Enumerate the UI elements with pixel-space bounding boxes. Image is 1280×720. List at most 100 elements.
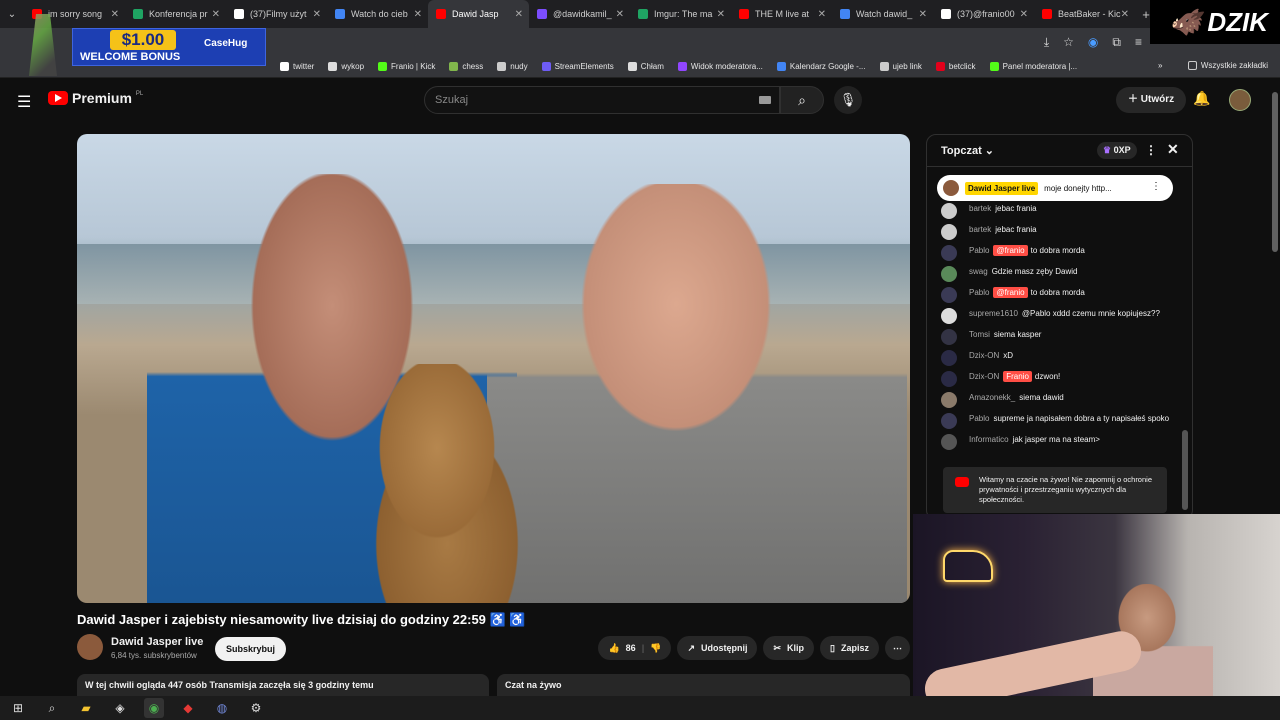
avatar <box>941 413 957 429</box>
puzzle-icon[interactable]: ⧉ <box>1112 35 1121 50</box>
like-button[interactable]: 👍 86 | 👎 <box>598 636 672 660</box>
mention-tag: @franio <box>993 245 1028 256</box>
chat-message[interactable]: Dzix-ON xD <box>941 348 1171 369</box>
folder-icon[interactable]: ▰ <box>76 698 96 718</box>
browser-tab[interactable]: BeatBaker - Kic ✕ <box>1034 0 1135 28</box>
close-tab-icon[interactable]: ✕ <box>717 9 725 20</box>
casehug-promo-overlay: $1.00 WELCOME BONUS CaseHug <box>0 0 266 82</box>
page-scrollbar[interactable] <box>1272 92 1278 252</box>
search-icon[interactable]: ⌕ <box>42 698 62 718</box>
bookmark-item[interactable]: StreamElements <box>541 62 614 71</box>
windows-start-icon[interactable]: ⊞ <box>8 698 28 718</box>
browser-tab[interactable]: Watch dawid_ ✕ <box>832 0 933 28</box>
bookmark-star-icon[interactable]: ☆ <box>1063 35 1074 49</box>
close-tab-icon[interactable]: ✕ <box>1121 9 1129 20</box>
close-tab-icon[interactable]: ✕ <box>414 9 422 20</box>
tab-favicon <box>840 9 850 19</box>
chat-mode-dropdown[interactable]: Topczat ⌄ <box>941 144 994 157</box>
bookmark-item[interactable]: Chłam <box>627 62 664 71</box>
browser-tab[interactable]: THE M live at ✕ <box>731 0 832 28</box>
clip-button[interactable]: ✂ Klip <box>763 636 815 660</box>
keyboard-icon[interactable] <box>759 96 771 104</box>
chat-message[interactable]: Pablo supreme ja napisałem dobra a ty nap… <box>941 411 1171 432</box>
media-icon[interactable]: ≡ <box>1135 35 1142 49</box>
subscribe-button[interactable]: Subskrybuj <box>215 637 287 661</box>
create-button[interactable]: ＋ Utwórz <box>1116 87 1187 113</box>
dzik-overlay-logo: 🐗 DZIK <box>1150 0 1280 44</box>
bookmark-item[interactable]: chess <box>449 62 483 71</box>
bookmark-item[interactable]: Franio | Kick <box>378 62 435 71</box>
close-tab-icon[interactable]: ✕ <box>818 9 826 20</box>
chat-message[interactable]: bartek jebac frania <box>941 201 1171 222</box>
pinned-menu-icon[interactable]: ⋮ <box>1151 181 1161 192</box>
xp-badge[interactable]: ♛ 0XP <box>1097 142 1137 159</box>
youtube-icon <box>955 477 969 487</box>
close-tab-icon[interactable]: ✕ <box>1020 9 1028 20</box>
save-button[interactable]: ▯ Zapisz <box>820 636 879 660</box>
neon-sign <box>943 550 993 582</box>
bookmark-item[interactable]: ujeb link <box>879 62 922 71</box>
bell-icon[interactable]: 🔔 <box>1193 90 1210 107</box>
chat-message[interactable]: Informatico jak jasper ma na steam> <box>941 432 1171 453</box>
close-tab-icon[interactable]: ✕ <box>919 9 927 20</box>
promo-text: WELCOME BONUS <box>80 51 181 63</box>
live-chat-label[interactable]: Czat na żywo <box>497 674 910 698</box>
search-input[interactable]: Szukaj <box>424 86 780 114</box>
browser-tab[interactable]: Imgur: The ma ✕ <box>630 0 731 28</box>
install-icon[interactable]: ⤓ <box>1044 35 1049 50</box>
browser-tab[interactable]: Dawid Jasp ✕ <box>428 0 529 28</box>
chat-message[interactable]: Dzix-ON Franio dzwon! <box>941 369 1171 390</box>
chat-message[interactable]: bartek jebac frania <box>941 222 1171 243</box>
chat-message[interactable]: swag Gdzie masz zęby Dawid <box>941 264 1171 285</box>
chat-scrollbar[interactable] <box>1182 430 1188 510</box>
bookmark-item[interactable]: betclick <box>935 62 976 71</box>
all-bookmarks[interactable]: Wszystkie zakładki <box>1187 61 1268 70</box>
channel-avatar[interactable] <box>77 634 103 660</box>
menu-icon[interactable]: ☰ <box>17 92 31 112</box>
browser-tab[interactable]: @dawidkamil_ ✕ <box>529 0 630 28</box>
share-button[interactable]: ↗ Udostępnij <box>677 636 758 660</box>
chat-message[interactable]: Pablo @franio to dobra morda <box>941 243 1171 264</box>
chrome-icon[interactable]: ◉ <box>144 698 164 718</box>
avatar <box>941 203 957 219</box>
channel-name[interactable]: Dawid Jasper live <box>111 636 203 648</box>
chat-menu-icon[interactable]: ⋮ <box>1145 143 1157 157</box>
app-red-icon[interactable]: ◆ <box>178 698 198 718</box>
description-box[interactable]: W tej chwili ogląda 447 osób Transmisja … <box>77 674 489 698</box>
discord-icon[interactable]: ◍ <box>212 698 232 718</box>
bookmark-item[interactable]: nudy <box>497 62 528 71</box>
close-tab-icon[interactable]: ✕ <box>515 9 523 20</box>
youtube-logo[interactable]: Premium PL <box>48 90 143 106</box>
browser-tab[interactable]: Watch do cieb ✕ <box>327 0 428 28</box>
settings-gear-icon[interactable]: ⚙ <box>246 698 266 718</box>
browser-tab[interactable]: (37)@franio00 ✕ <box>933 0 1034 28</box>
boar-icon: 🐗 <box>1168 6 1202 37</box>
chat-message[interactable]: Amazonekk_ siema dawid <box>941 390 1171 411</box>
bookmark-item[interactable]: wykop <box>328 62 364 71</box>
close-tab-icon[interactable]: ✕ <box>616 9 624 20</box>
mention-tag: Franio <box>1003 371 1032 382</box>
promo-brand: CaseHug <box>204 38 248 49</box>
video-player[interactable] <box>77 134 910 603</box>
chat-message[interactable]: supreme1610 @Pablo xddd czemu mnie kopiuj… <box>941 306 1171 327</box>
extension-icon[interactable]: ◉ <box>1088 35 1098 49</box>
more-bookmarks-icon[interactable]: » <box>1158 61 1162 70</box>
thumbs-up-icon: 👍 <box>608 643 620 653</box>
mic-icon[interactable]: 🎙 <box>834 86 862 114</box>
bookmark-favicon <box>879 62 889 71</box>
close-icon[interactable]: ✕ <box>1167 141 1179 158</box>
app-icon[interactable]: ◈ <box>110 698 130 718</box>
chat-message[interactable]: Pablo @franio to dobra morda <box>941 285 1171 306</box>
bookmark-item[interactable]: Widok moderatora... <box>677 62 763 71</box>
bookmark-item[interactable]: Panel moderatora |... <box>989 62 1077 71</box>
search-button[interactable]: ⌕ <box>780 86 824 114</box>
bookmark-item[interactable]: twitter <box>280 62 314 71</box>
thumbs-down-icon[interactable]: 👎 <box>650 636 661 660</box>
search-bar: Szukaj ⌕ <box>424 86 824 114</box>
chat-message[interactable]: Tomsi siema kasper <box>941 327 1171 348</box>
avatar[interactable] <box>1229 89 1251 111</box>
more-actions-button[interactable]: ⋯ <box>885 636 910 660</box>
bookmark-item[interactable]: Kalendarz Google -... <box>776 62 866 71</box>
pinned-message[interactable]: Dawid Jasper live moje donejty http... ⋮ <box>937 175 1173 201</box>
close-tab-icon[interactable]: ✕ <box>313 9 321 20</box>
